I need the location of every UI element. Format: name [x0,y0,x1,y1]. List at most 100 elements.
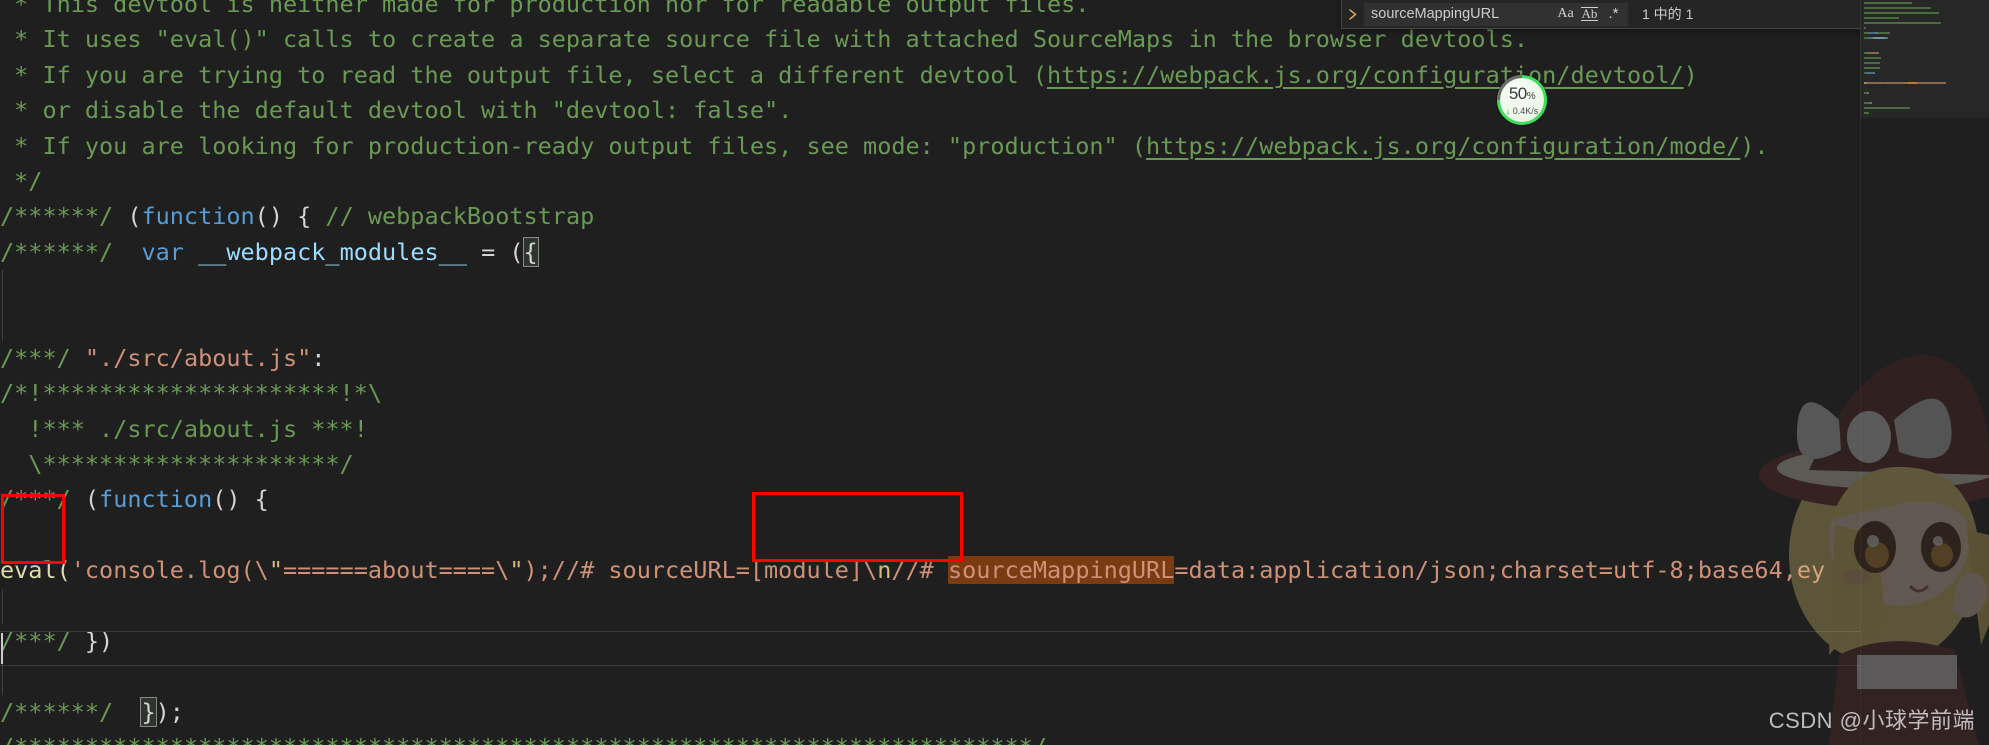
code-line[interactable] [0,588,1900,625]
code-line[interactable]: */ [0,164,1900,199]
code-token-search-hit: sourceMappingURL [947,556,1175,585]
code-token-bracket-match: } [140,696,157,727]
percent-sign: % [1526,90,1536,102]
indent-guide [2,588,3,625]
code-token-comment: // webpackBootstrap [325,202,595,231]
code-token-link[interactable]: https://webpack.js.org/configuration/dev… [1047,61,1684,89]
code-token-comment: * If you are looking for production-read… [0,131,1147,160]
minimap-line-segment [1873,72,1875,74]
minimap-line-segment [1864,62,1880,64]
match-case-glyph: Aa [1557,6,1574,21]
vscode-editor-window: * This devtool is neither made for produ… [0,0,1989,745]
minimap-line-segment [1878,32,1890,34]
match-whole-word-glyph: Ab [1580,6,1599,21]
code-line[interactable]: /***/ "./src/about.js": [0,341,1900,376]
code-token-keyword: function [99,485,213,514]
minimap-line-segment [1864,12,1910,14]
minimap-line-segment [1914,22,1940,24]
minimap-line-segment [1864,107,1910,109]
network-percent-label: 50% [1508,83,1536,105]
code-line[interactable]: /******/ var __webpack_modules__ = ({ [0,235,1900,270]
code-line[interactable]: eval('console.log(\"======about====\");/… [0,553,1900,588]
code-token-string: );//# sourceURL=[module]\ [523,556,878,585]
code-token-var: __webpack_modules__ [198,237,467,266]
code-line[interactable]: * If you are looking for production-read… [0,129,1900,164]
indent-guide [2,659,3,695]
code-token-comment: * This devtool is neither made for produ… [0,0,1090,18]
code-token-escape: " [509,556,524,585]
code-token-comment: * If you are trying to read the output f… [0,60,1047,89]
network-speed-indicator[interactable]: 50% ↓ 0.4K/s [1497,75,1547,125]
minimap-line-segment [1864,17,1899,19]
code-token-string: "./src/about.js" [84,343,312,372]
code-token-plain: () { [212,485,269,514]
code-token-keyword: function [141,202,255,231]
minimap-line-segment [1867,82,1876,84]
code-line[interactable]: /***/ (function() { [0,482,1900,517]
minimap-line-segment [1867,92,1869,94]
code-token-comment: ) [1683,60,1698,89]
code-token-string: //# [891,556,948,585]
code-content[interactable]: * This devtool is neither made for produ… [0,0,1900,745]
code-token-keyword: var [141,237,184,266]
code-token-bracket-match: { [522,236,539,267]
network-percent-value: 50 [1508,83,1527,103]
match-case-icon[interactable]: Aa [1555,5,1576,24]
code-token-plain: }) [70,627,114,656]
code-token-string: ======about====\ [282,556,510,585]
code-token-comment: /******/ [0,237,114,266]
code-line[interactable]: /******/ (function() { // webpackBootstr… [0,199,1900,234]
minimap-line-segment [1878,52,1879,54]
code-token-plain: () { [254,202,326,231]
find-input[interactable]: sourceMappingURL [1365,6,1555,22]
use-regex-icon[interactable]: .* [1603,5,1624,24]
find-input-box[interactable]: sourceMappingURL Aa Ab .* [1364,2,1628,26]
minimap-line-segment [1940,22,1941,24]
code-line[interactable]: * or disable the default devtool with "d… [0,93,1900,128]
code-token-link[interactable]: https://webpack.js.org/configuration/mod… [1146,132,1740,160]
minimap-line-segment [1917,82,1946,84]
code-line[interactable] [0,517,1900,554]
minimap-line-segment [1864,22,1914,24]
code-token-comment: /******/ [0,697,114,726]
code-token-comment: /***/ [0,627,71,656]
code-token-comment: \*********************/ [0,450,354,479]
code-token-comment: ). [1740,131,1769,160]
code-token-comment: * or disable the default devtool with "d… [0,96,793,125]
network-rate-value: 0.4K/s [1512,105,1539,116]
use-regex-glyph: .* [1608,5,1619,22]
minimap[interactable] [1860,0,1989,745]
code-line[interactable]: /******/ }); [0,695,1900,730]
code-line[interactable]: !*** ./src/about.js ***! [0,412,1900,447]
code-line[interactable] [0,270,1900,306]
code-line[interactable] [0,659,1900,695]
code-token-escape: n [877,556,892,585]
download-arrow-icon: ↓ [1505,105,1511,116]
minimap-line-segment [1887,37,1888,39]
code-line[interactable] [0,305,1900,341]
minimap-line-segment [1864,7,1931,9]
match-whole-word-icon[interactable]: Ab [1579,5,1600,24]
code-line[interactable]: \*********************/ [0,447,1900,482]
network-rate-label: ↓ 0.4K/s [1506,106,1539,116]
code-line[interactable]: /***/ }) [0,624,1900,659]
code-line[interactable]: * If you are trying to read the output f… [0,58,1900,93]
code-token-comment: /***/ [0,485,71,514]
code-token-comment: /***/ [0,343,71,372]
code-token-string: 'console.log(\ [70,556,269,585]
chevron-right-icon[interactable] [1342,0,1364,28]
code-token-plain: = ( [466,237,524,266]
code-token-escape: " [268,556,283,585]
code-token-string: =data:application/json;charset=utf-8;bas… [1174,556,1826,585]
code-token-plain: ( [70,485,100,514]
minimap-line-segment [1888,82,1904,84]
code-line[interactable]: /***************************************… [0,730,1900,745]
minimap-line-segment [1868,52,1878,54]
code-editor-pane[interactable]: * This devtool is neither made for produ… [0,0,1900,745]
minimap-line-segment [1910,12,1938,14]
code-line[interactable]: /*!*********************!*\ [0,376,1900,411]
code-token-plain: ); [155,697,184,726]
